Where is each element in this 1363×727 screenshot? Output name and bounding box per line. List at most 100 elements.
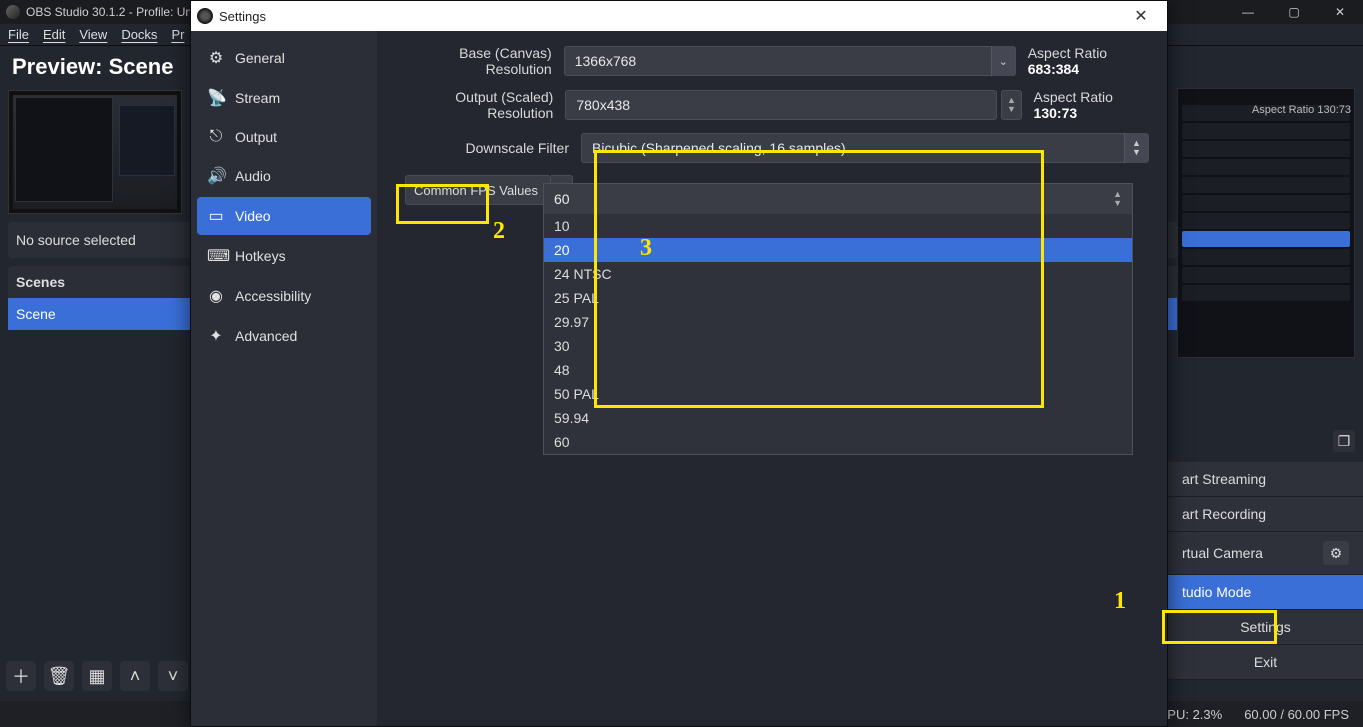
dialog-logo-icon [197, 8, 213, 24]
virtual-camera-label: rtual Camera [1182, 545, 1263, 561]
settings-button[interactable]: Settings [1168, 610, 1363, 645]
sidebar-item-advanced[interactable]: ✦ Advanced [197, 317, 371, 355]
sidebar-item-accessibility[interactable]: ◉ Accessibility [197, 277, 371, 315]
downscale-label: Downscale Filter [395, 140, 581, 156]
fps-option[interactable]: 50 PAL [544, 382, 1132, 406]
studio-mode-button[interactable]: tudio Mode [1168, 575, 1363, 610]
menu-edit[interactable]: Edit [43, 27, 65, 42]
status-cpu: PU: 2.3% [1167, 707, 1222, 722]
sidebar-label-stream: Stream [235, 90, 280, 106]
delete-scene-button[interactable]: 🗑 [44, 661, 74, 691]
sidebar-item-stream[interactable]: 📡 Stream [197, 79, 371, 117]
output-res-label: Output (Scaled) Resolution [395, 89, 565, 121]
sidebar-item-output[interactable]: ⎋ Output [197, 119, 371, 155]
sidebar-label-general: General [235, 50, 285, 66]
base-res-input[interactable]: 1366x768 ⌄ [564, 46, 1016, 76]
base-res-dropdown-icon[interactable]: ⌄ [991, 46, 1015, 76]
sidebar-item-audio[interactable]: 🔊Audio [197, 157, 371, 195]
base-aspect-value: 683:384 [1028, 61, 1079, 77]
virtual-camera-button[interactable]: rtual Camera ⚙ [1168, 532, 1363, 575]
scene-up-button[interactable]: ˄ [120, 661, 150, 691]
add-scene-button[interactable]: ＋ [6, 661, 36, 691]
sidebar-label-accessibility: Accessibility [235, 288, 311, 304]
window-controls: — ▢ ✕ [1225, 0, 1363, 24]
fps-type-select[interactable]: Common FPS Values [405, 175, 551, 205]
fps-option[interactable]: 60 [544, 430, 1132, 454]
sidebar-item-hotkeys[interactable]: ⌨ Hotkeys [197, 237, 371, 275]
output-aspect-value: 130:73 [1034, 105, 1078, 121]
scene-down-button[interactable]: ˅ [158, 661, 188, 691]
antenna-icon: 📡 [207, 88, 225, 108]
fps-current-label: 60 [554, 191, 570, 207]
start-streaming-button[interactable]: art Streaming [1168, 462, 1363, 497]
annotation-number-3: 3 [640, 235, 652, 262]
minimize-button[interactable]: — [1225, 0, 1271, 24]
main-title: OBS Studio 30.1.2 - Profile: Untitled [26, 5, 217, 19]
output-icon: ⎋ [207, 128, 225, 146]
fps-option[interactable]: 59.94 [544, 406, 1132, 430]
output-res-value: 780x438 [576, 97, 630, 113]
fps-option[interactable]: 24 NTSC [544, 262, 1132, 286]
close-button[interactable]: ✕ [1317, 0, 1363, 24]
downscale-dropdown-icon[interactable]: ▲▼ [1124, 133, 1148, 163]
right-aspect-tip: Aspect Ratio 130:73 [1252, 104, 1351, 116]
menu-docks[interactable]: Docks [121, 27, 157, 42]
fps-options-list: 10 20 24 NTSC 25 PAL 29.97 30 48 50 PAL … [544, 214, 1132, 454]
base-res-value: 1366x768 [575, 53, 637, 69]
menu-view[interactable]: View [79, 27, 107, 42]
status-fps: 60.00 / 60.00 FPS [1244, 707, 1349, 722]
fps-dropdown: 60 ▲▼ 10 20 24 NTSC 25 PAL 29.97 30 48 5… [543, 183, 1133, 455]
settings-content: Base (Canvas) Resolution 1366x768 ⌄ Aspe… [377, 31, 1167, 726]
annotation-number-1: 1 [1114, 588, 1126, 615]
start-recording-button[interactable]: art Recording [1168, 497, 1363, 532]
output-res-input[interactable]: 780x438 [565, 90, 997, 120]
program-preview-thumb [1177, 88, 1355, 358]
accessibility-icon: ◉ [207, 286, 225, 306]
menu-file[interactable]: File [8, 27, 29, 42]
fps-option[interactable]: 30 [544, 334, 1132, 358]
advanced-icon: ✦ [207, 326, 225, 346]
maximize-button[interactable]: ▢ [1271, 0, 1317, 24]
sidebar-item-general[interactable]: ⚙ General [197, 39, 371, 77]
scenes-toolbar: ＋ 🗑 ▦ ˄ ˅ [6, 661, 188, 691]
settings-dialog: Settings ✕ ⚙ General 📡 Stream ⎋ Output 🔊Aud… [190, 0, 1168, 727]
downscale-value: Bicubic (Sharpened scaling, 16 samples) [592, 140, 846, 156]
settings-sidebar: ⚙ General 📡 Stream ⎋ Output 🔊Audio ▭ Video ⌨… [191, 31, 377, 726]
sidebar-label-output: Output [235, 129, 277, 145]
preview-thumbnail [13, 95, 177, 209]
menu-profile[interactable]: Pr [171, 27, 184, 42]
monitor-icon: ▭ [207, 206, 225, 226]
output-res-dropdown-button[interactable]: ▲▼ [1001, 90, 1021, 120]
fps-current-value[interactable]: 60 ▲▼ [544, 184, 1132, 214]
fps-option[interactable]: 10 [544, 214, 1132, 238]
sidebar-item-video[interactable]: ▭ Video [197, 197, 371, 235]
obs-logo-icon [6, 5, 20, 19]
sidebar-label-advanced: Advanced [235, 328, 297, 344]
virtual-camera-settings-icon[interactable]: ⚙ [1323, 541, 1349, 565]
fps-option[interactable]: 20 [544, 238, 1132, 262]
dialog-close-button[interactable]: ✕ [1121, 6, 1161, 26]
downscale-input[interactable]: Bicubic (Sharpened scaling, 16 samples) … [581, 133, 1149, 163]
annotation-number-2: 2 [493, 218, 505, 245]
keyboard-icon: ⌨ [207, 246, 225, 266]
sidebar-label-hotkeys: Hotkeys [235, 248, 286, 264]
sidebar-label-video: Video [235, 208, 271, 224]
fps-option[interactable]: 48 [544, 358, 1132, 382]
dock-toggle-button[interactable]: ❐ [1333, 430, 1355, 452]
base-aspect: Aspect Ratio 683:384 [1028, 45, 1149, 77]
output-aspect-label: Aspect Ratio [1034, 89, 1113, 105]
output-aspect: Aspect Ratio 130:73 [1034, 89, 1149, 121]
fps-type-label: Common FPS Values [414, 183, 538, 198]
base-res-label: Base (Canvas) Resolution [395, 45, 564, 77]
fps-option[interactable]: 29.97 [544, 310, 1132, 334]
fps-option[interactable]: 25 PAL [544, 286, 1132, 310]
dialog-titlebar: Settings ✕ [191, 1, 1167, 31]
fps-dropdown-stepper-icon[interactable]: ▲▼ [1113, 190, 1122, 208]
sidebar-label-audio: Audio [235, 168, 271, 184]
controls-panel: art Streaming art Recording rtual Camera… [1163, 462, 1363, 680]
preview-panel[interactable] [8, 90, 182, 214]
gear-icon: ⚙ [207, 48, 225, 68]
scene-props-button[interactable]: ▦ [82, 661, 112, 691]
base-aspect-label: Aspect Ratio [1028, 45, 1107, 61]
exit-button[interactable]: Exit [1168, 645, 1363, 680]
